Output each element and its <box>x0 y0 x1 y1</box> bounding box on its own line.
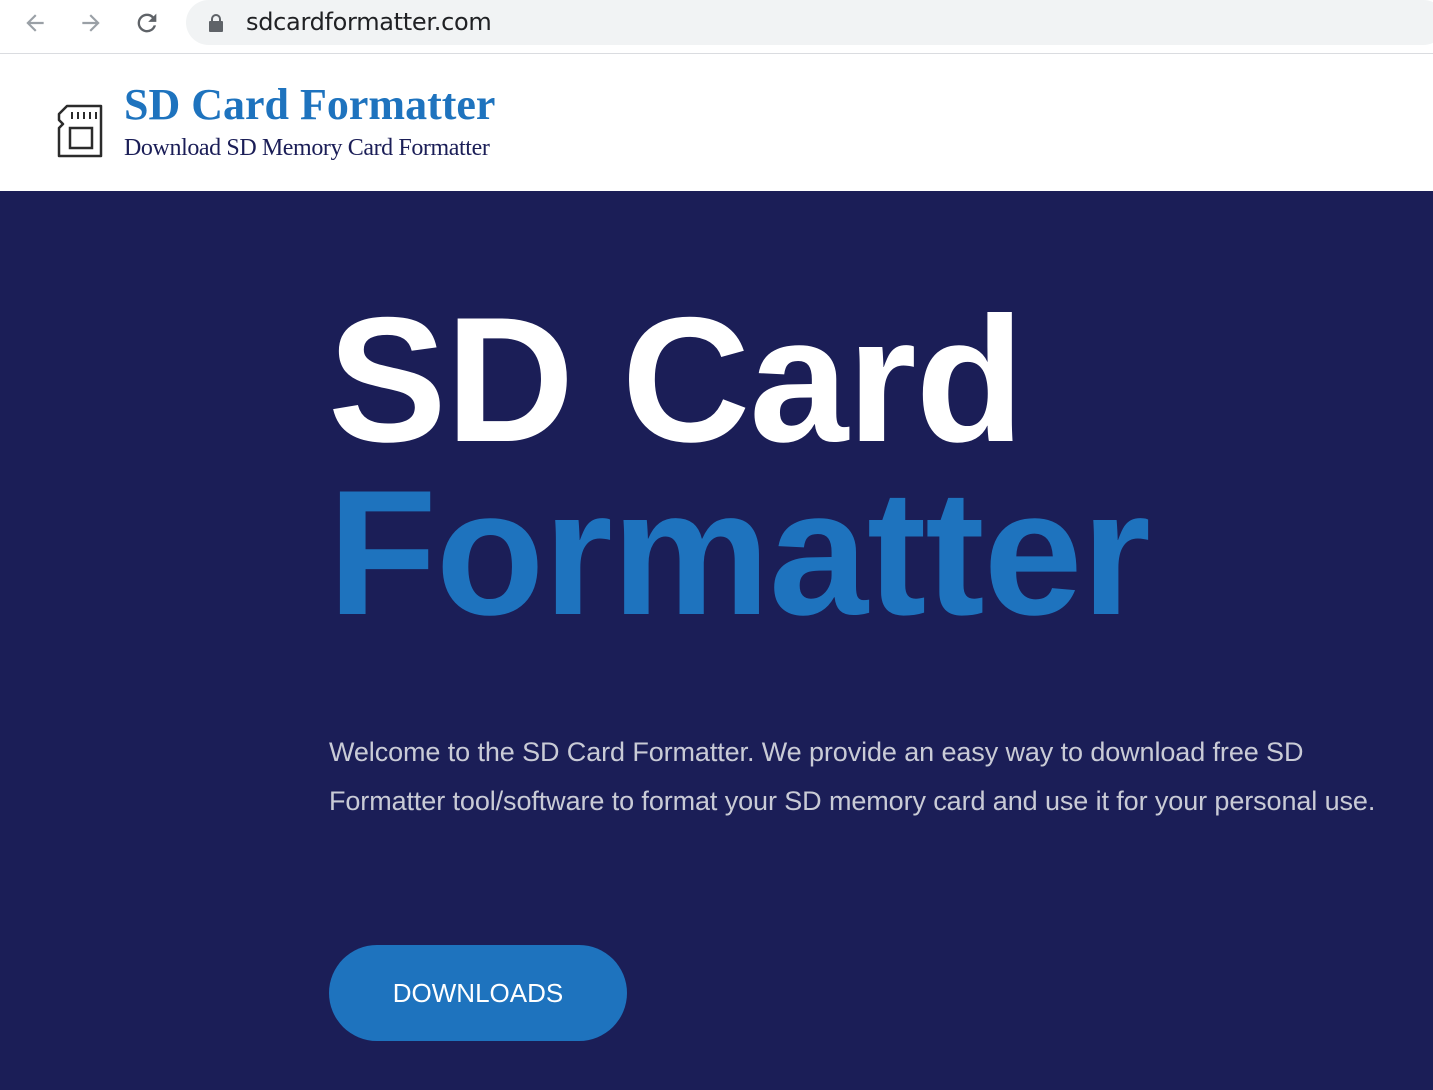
sd-card-icon[interactable] <box>57 104 103 163</box>
site-tagline: Download SD Memory Card Formatter <box>124 135 490 161</box>
lock-icon[interactable] <box>208 13 224 38</box>
address-bar[interactable]: sdcardformatter.com <box>186 0 1433 45</box>
hero-description: Welcome to the SD Card Formatter. We pro… <box>329 737 1376 816</box>
url-text[interactable]: sdcardformatter.com <box>246 7 492 37</box>
hero-heading-line1: SD Card <box>328 280 1024 479</box>
hero-heading-line2: Formatter <box>328 453 1151 652</box>
site-title[interactable]: SD Card Formatter <box>124 80 495 130</box>
browser-toolbar: sdcardformatter.com <box>0 0 1433 54</box>
back-arrow-icon[interactable] <box>18 6 52 40</box>
downloads-button[interactable]: DOWNLOADS <box>329 945 627 1041</box>
reload-icon[interactable] <box>130 6 164 40</box>
forward-arrow-icon[interactable] <box>74 6 108 40</box>
